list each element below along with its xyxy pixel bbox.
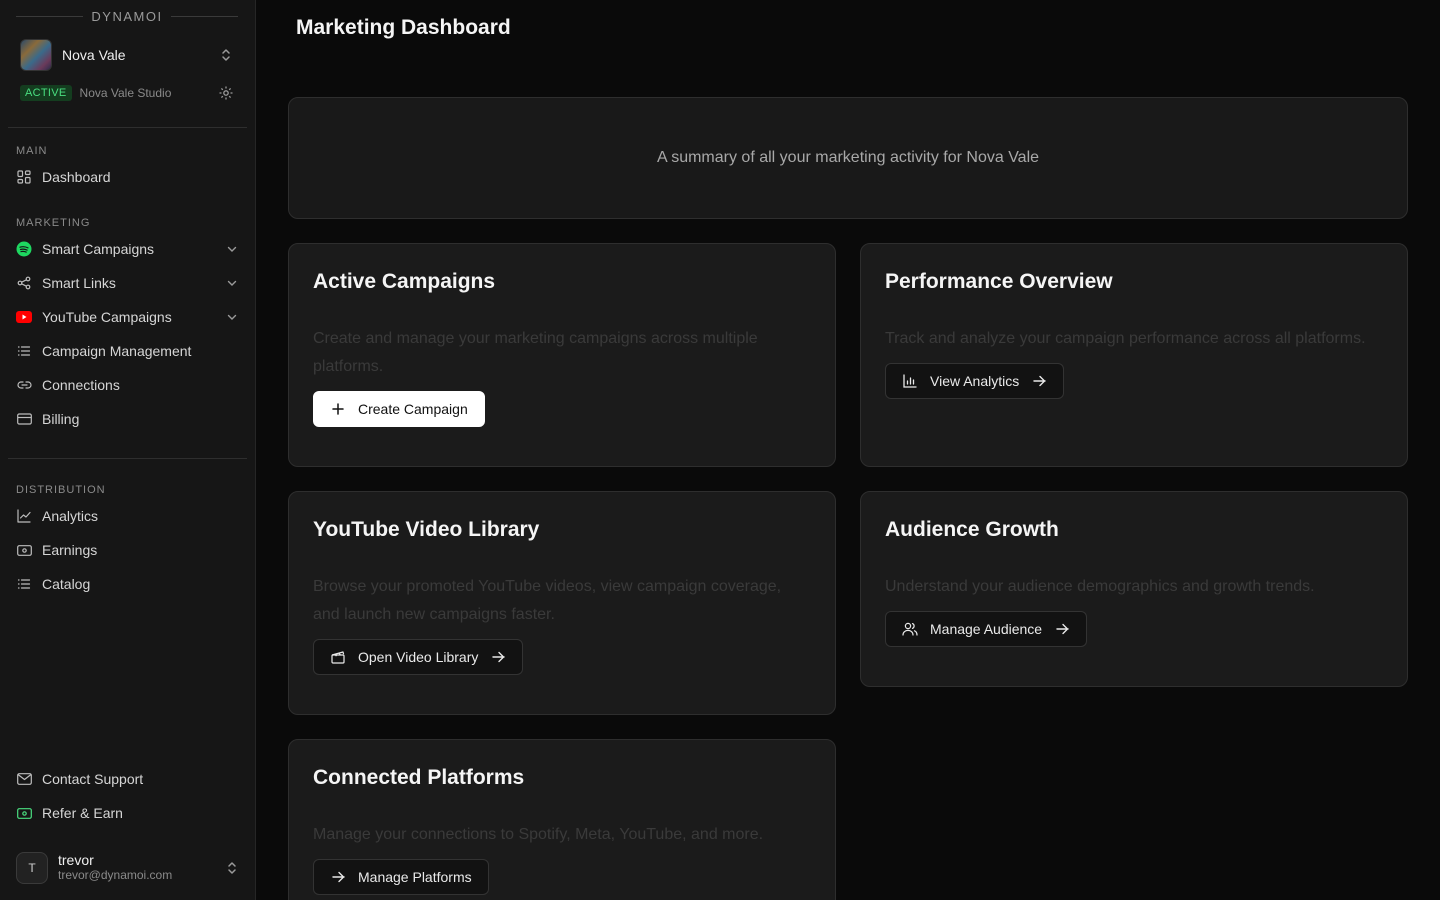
credit-card-icon <box>16 411 32 427</box>
page-title: Marketing Dashboard <box>296 16 511 39</box>
button-label: Create Campaign <box>358 401 468 417</box>
layout-grid-icon <box>16 169 32 185</box>
sidebar-item-label: Smart Campaigns <box>42 241 155 257</box>
card-title: Active Campaigns <box>313 270 496 293</box>
list-icon <box>16 576 32 592</box>
artist-status-row: ACTIVE Nova Vale Studio <box>20 85 234 101</box>
users-icon <box>902 621 918 637</box>
sidebar-item-dashboard[interactable]: Dashboard <box>8 162 247 192</box>
section-label-distribution: DISTRIBUTION <box>16 484 106 496</box>
artist-avatar <box>20 39 52 71</box>
banknote-icon <box>16 542 32 558</box>
brand-line-right <box>170 15 239 17</box>
chevron-down-icon <box>227 280 237 286</box>
banknote-icon <box>16 805 32 821</box>
artist-switcher[interactable]: Nova Vale <box>20 38 240 72</box>
card-description: Track and analyze your campaign performa… <box>885 330 1366 347</box>
arrow-right-icon <box>492 650 506 664</box>
manage-audience-button[interactable]: Manage Audience <box>885 611 1088 647</box>
spotify-icon <box>16 241 32 257</box>
user-email: trevor@dynamoi.com <box>58 868 173 882</box>
sidebar-item-label: Refer & Earn <box>42 805 123 821</box>
sidebar-item-youtube-campaigns[interactable]: YouTube Campaigns <box>8 302 247 332</box>
section-label-main: MAIN <box>16 145 48 157</box>
divider <box>8 458 247 459</box>
user-menu[interactable]: T trevor trevor@dynamoi.com <box>16 850 240 886</box>
card-youtube-video-library: YouTube Video Library Browse your promot… <box>288 491 836 715</box>
mail-icon <box>16 771 32 787</box>
sidebar-item-label: Contact Support <box>42 771 144 787</box>
chevrons-up-down-icon <box>222 49 230 61</box>
card-active-campaigns: Active Campaigns Create and manage your … <box>288 243 836 467</box>
sidebar-item-label: Analytics <box>42 508 99 524</box>
line-chart-icon <box>16 508 32 524</box>
card-description: Understand your audience demographics an… <box>885 578 1315 595</box>
divider <box>8 127 247 128</box>
card-description: Manage your connections to Spotify, Meta… <box>313 826 764 843</box>
arrow-right-icon <box>1033 374 1047 388</box>
share-icon <box>16 275 32 291</box>
button-label: Manage Platforms <box>358 869 472 885</box>
sidebar-item-smart-links[interactable]: Smart Links <box>8 268 247 298</box>
open-video-library-button[interactable]: Open Video Library <box>313 639 524 675</box>
user-name: trevor <box>58 852 94 868</box>
sidebar-item-refer-earn[interactable]: Refer & Earn <box>8 798 247 828</box>
chevron-down-icon <box>227 246 237 252</box>
user-avatar: T <box>16 852 48 884</box>
card-description: Create and manage your marketing campaig… <box>313 330 758 375</box>
card-audience-growth: Audience Growth Understand your audience… <box>860 491 1408 687</box>
brand-logo: DYNAMOI <box>91 8 163 24</box>
plus-icon <box>330 401 346 417</box>
sidebar-item-label: Smart Links <box>42 275 116 291</box>
view-analytics-button[interactable]: View Analytics <box>885 363 1065 399</box>
sidebar-item-label: YouTube Campaigns <box>42 309 172 325</box>
sidebar-item-analytics[interactable]: Analytics <box>8 501 247 531</box>
gear-icon[interactable] <box>218 85 234 101</box>
chevrons-up-down-icon <box>228 862 236 874</box>
card-connected-platforms: Connected Platforms Manage your connecti… <box>288 739 836 900</box>
button-label: Open Video Library <box>358 649 479 665</box>
sidebar: DYNAMOI Nova Vale ACTIVE Nova Vale Studi… <box>0 0 256 900</box>
card-title: YouTube Video Library <box>313 518 540 541</box>
button-label: Manage Audience <box>930 621 1043 637</box>
sidebar-item-label: Dashboard <box>42 169 111 185</box>
sidebar-item-smart-campaigns[interactable]: Smart Campaigns <box>8 234 247 264</box>
card-description: Browse your promoted YouTube videos, vie… <box>313 578 782 623</box>
sidebar-item-campaign-management[interactable]: Campaign Management <box>8 336 247 366</box>
sidebar-item-label: Earnings <box>42 542 98 558</box>
section-label-marketing: MARKETING <box>16 217 91 229</box>
bar-chart-icon <box>902 373 918 389</box>
arrow-right-icon <box>330 869 346 885</box>
sidebar-item-label: Billing <box>42 411 80 427</box>
card-title: Audience Growth <box>885 518 1059 541</box>
artist-name: Nova Vale <box>62 47 126 63</box>
card-title: Connected Platforms <box>313 766 525 789</box>
summary-banner: A summary of all your marketing activity… <box>288 97 1408 219</box>
sidebar-item-billing[interactable]: Billing <box>8 404 247 434</box>
create-campaign-button[interactable]: Create Campaign <box>313 391 485 427</box>
studio-name: Nova Vale Studio <box>79 86 172 100</box>
user-info: trevor trevor@dynamoi.com <box>58 853 224 883</box>
sidebar-item-label: Campaign Management <box>42 343 192 359</box>
list-icon <box>16 343 32 359</box>
arrow-right-icon <box>1056 622 1070 636</box>
sidebar-item-earnings[interactable]: Earnings <box>8 535 247 565</box>
sidebar-item-connections[interactable]: Connections <box>8 370 247 400</box>
sidebar-item-catalog[interactable]: Catalog <box>8 569 247 599</box>
sidebar-item-label: Connections <box>42 377 120 393</box>
clapperboard-icon <box>330 649 346 665</box>
link-icon <box>16 377 32 393</box>
brand-header: DYNAMOI <box>16 8 239 24</box>
chevron-down-icon <box>227 314 237 320</box>
button-label: View Analytics <box>930 373 1020 389</box>
sidebar-item-contact-support[interactable]: Contact Support <box>8 764 247 794</box>
card-performance-overview: Performance Overview Track and analyze y… <box>860 243 1408 467</box>
youtube-icon <box>16 309 32 325</box>
summary-text: A summary of all your marketing activity… <box>656 149 1040 166</box>
manage-platforms-button[interactable]: Manage Platforms <box>313 859 489 895</box>
brand-line-left <box>16 15 84 17</box>
status-badge: ACTIVE <box>20 85 72 101</box>
card-title: Performance Overview <box>885 270 1113 293</box>
sidebar-item-label: Catalog <box>42 576 91 592</box>
